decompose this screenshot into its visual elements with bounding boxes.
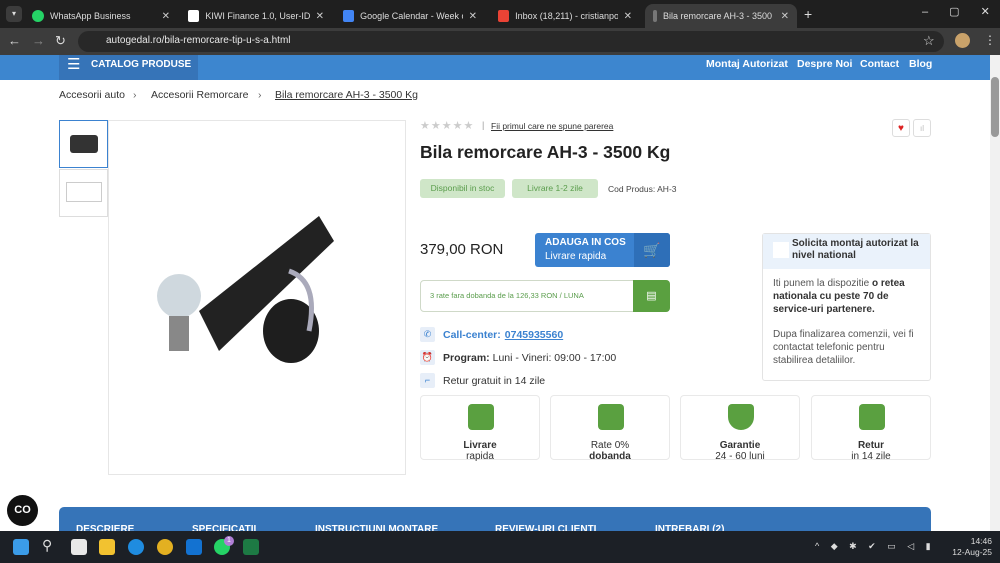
window-controls[interactable]: – ▢ ✕ (922, 5, 990, 18)
cart-icon: 🛒 (634, 233, 670, 267)
product-image[interactable] (108, 120, 406, 475)
wishlist-heart-button[interactable]: ♥ (892, 119, 910, 137)
browser-tab-gmail[interactable]: Inbox (18,211) - cristianpopesc✕ (490, 4, 640, 28)
close-icon[interactable]: ✕ (316, 11, 324, 22)
product-title: Bila remorcare AH-3 - 3500 Kg (420, 142, 671, 162)
catalog-menu-button[interactable]: ☰ CATALOG PRODUSE (59, 55, 198, 80)
montaj-card: Solicita montaj autorizat la nivel natio… (762, 233, 931, 381)
thumbnail-2[interactable] (59, 169, 108, 217)
thumbnail-1[interactable] (59, 120, 108, 168)
close-icon[interactable]: ✕ (162, 11, 170, 22)
nav-link-montaj[interactable]: Montaj Autorizat (706, 58, 788, 70)
nav-link-contact[interactable]: Contact (860, 58, 899, 70)
truck-icon (468, 404, 494, 430)
credit-cards-icon (598, 404, 624, 430)
notification-badge: 1 (224, 536, 234, 546)
cards-icon: ▤ (633, 280, 670, 312)
montaj-checkbox[interactable] (773, 242, 789, 258)
return-row: ⌐ Retur gratuit in 14 zile (420, 373, 545, 388)
new-tab-button[interactable]: + (804, 6, 812, 22)
program-row: ⏰ Program: Luni - Vineri: 09:00 - 17:00 (420, 350, 617, 365)
nav-link-despre[interactable]: Despre Noi (797, 58, 852, 70)
profile-avatar[interactable] (955, 33, 970, 48)
stock-badge: Disponibil in stoc (420, 179, 505, 198)
phone-icon: ✆ (420, 327, 435, 342)
search-icon[interactable]: ⚲ (42, 537, 52, 554)
feature-delivery: Livrare rapida (420, 395, 540, 462)
breadcrumb-auto[interactable]: Accesorii auto (59, 89, 125, 101)
hamburger-icon: ☰ (67, 56, 81, 73)
gmail-icon (498, 10, 510, 22)
outlook-icon[interactable] (186, 539, 202, 555)
forward-button[interactable]: → (32, 33, 45, 48)
price: 379,00 RON (420, 241, 504, 258)
scrollbar[interactable] (990, 55, 1000, 531)
phone-link[interactable]: 0745935560 (505, 329, 563, 341)
chrome-icon[interactable] (157, 539, 173, 555)
chat-widget-button[interactable]: CO (7, 495, 38, 526)
tab-search-button[interactable]: ▾ (6, 6, 22, 22)
feature-return: Retur in 14 zile (811, 395, 931, 462)
breadcrumb-remorcare[interactable]: Accesorii Remorcare (151, 89, 248, 101)
bookmark-star-icon[interactable]: ☆ (923, 33, 935, 49)
alarm-clock-icon: ⏰ (420, 350, 435, 365)
menu-icon[interactable]: ⋮ (984, 33, 996, 47)
excel-icon[interactable] (243, 539, 259, 555)
edge-icon[interactable] (128, 539, 144, 555)
rating-stars[interactable]: ★★★★★ (420, 119, 474, 132)
file-explorer-icon[interactable] (99, 539, 115, 555)
breadcrumb-current[interactable]: Bila remorcare AH-3 - 3500 Kg (275, 89, 418, 101)
windows-start-icon[interactable] (13, 539, 29, 555)
add-to-cart-button[interactable]: ADAUGA IN COS Livrare rapida 🛒 (535, 233, 670, 267)
shield-check-icon (728, 404, 754, 430)
store-icon[interactable] (71, 539, 87, 555)
system-tray-icons[interactable]: ^ ◆ ✱ ✔ ▭ ◁ ▮ (815, 541, 931, 552)
callcenter-row: ✆ Call-center: 0745935560 (420, 327, 563, 342)
back-button[interactable]: ← (8, 33, 21, 48)
browser-tab-whatsapp[interactable]: WhatsApp Business ✕ (24, 4, 178, 28)
close-icon[interactable]: ✕ (624, 11, 632, 22)
browser-tab-kiwi[interactable]: KIWI Finance 1.0, User-ID cristi✕ (180, 4, 332, 28)
product-code: Cod Produs: AH-3 (608, 184, 677, 194)
tow-ball-image (157, 216, 334, 363)
close-icon[interactable]: ✕ (781, 11, 789, 22)
review-link[interactable]: Fii primul care ne spune parerea (491, 121, 613, 131)
page-icon (188, 10, 200, 22)
reload-button[interactable]: ↻ (55, 33, 66, 49)
return-icon: ⌐ (420, 373, 435, 388)
calendar-icon (343, 10, 355, 22)
feature-installments: Rate 0% dobanda (550, 395, 670, 462)
return-box-icon (859, 404, 885, 430)
close-icon[interactable]: ✕ (469, 11, 477, 22)
installments-box[interactable]: 3 rate fara dobanda de la 126,33 RON / L… (420, 280, 670, 312)
browser-tab-active[interactable]: Bila remorcare AH-3 - 3500 Kg ✕ (645, 4, 797, 28)
compare-button[interactable]: ıl (913, 119, 931, 137)
clock[interactable]: 14:46 12-Aug-25 (948, 536, 992, 558)
address-bar[interactable]: autogedal.ro/bila-remorcare-tip-u-s-a.ht… (78, 31, 944, 52)
page-icon (653, 10, 657, 22)
browser-tab-calendar[interactable]: Google Calendar - Week of Au✕ (335, 4, 485, 28)
nav-link-blog[interactable]: Blog (909, 58, 932, 70)
delivery-badge: Livrare 1-2 zile (512, 179, 598, 198)
feature-warranty: Garantie 24 - 60 luni (680, 395, 800, 462)
whatsapp-icon (32, 10, 44, 22)
